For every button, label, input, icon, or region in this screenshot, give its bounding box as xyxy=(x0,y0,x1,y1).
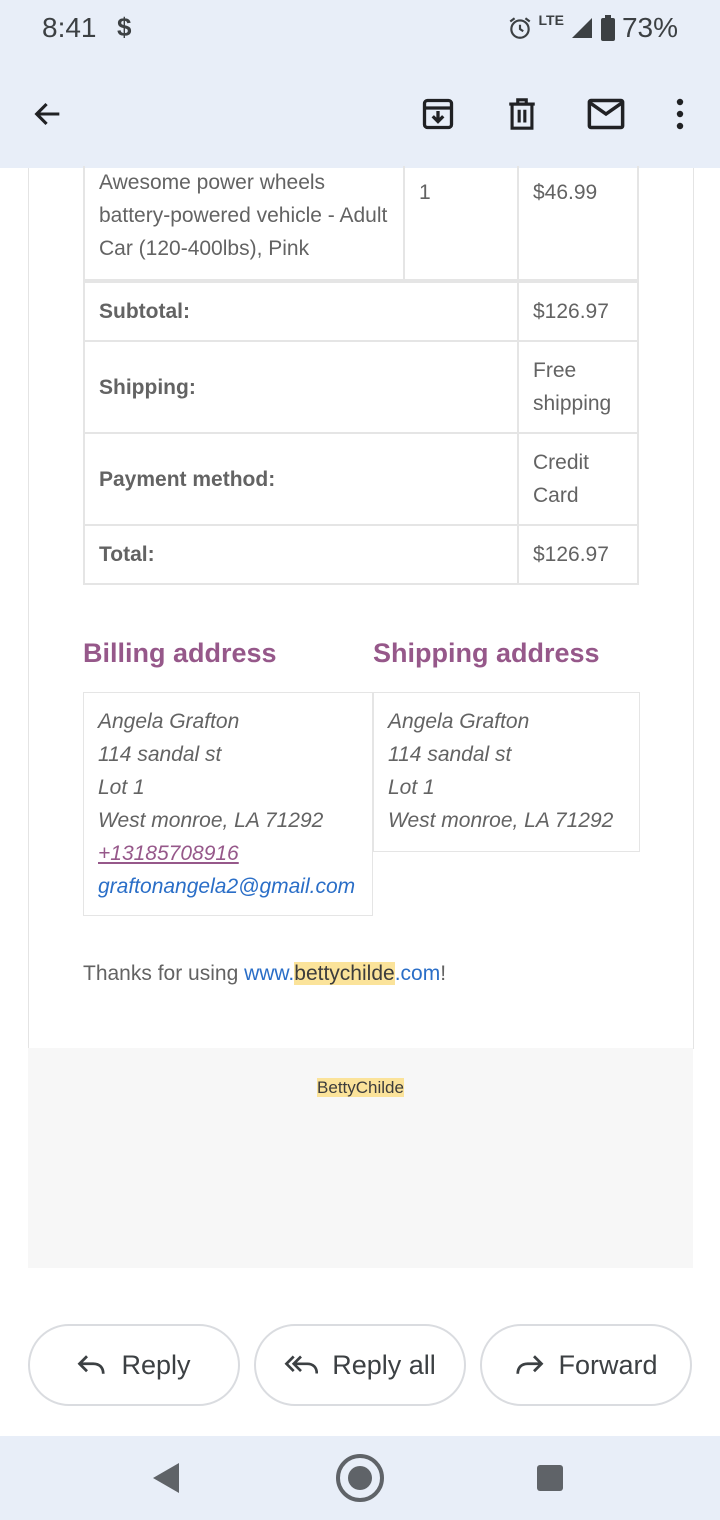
forward-button[interactable]: Forward xyxy=(480,1324,692,1406)
subtotal-row: Subtotal: $126.97 xyxy=(83,279,639,342)
total-label: Total: xyxy=(83,524,519,585)
thanks-prefix: Thanks for using xyxy=(83,962,245,985)
shipping-address-box: Angela Grafton 114 sandal st Lot 1 West … xyxy=(373,692,640,852)
subtotal-value: $126.97 xyxy=(517,279,639,342)
reply-all-label: Reply all xyxy=(332,1349,436,1380)
total-row: Total: $126.97 xyxy=(83,524,639,585)
item-name: Awesome power wheels battery-powered veh… xyxy=(83,166,405,282)
order-item-row: Awesome power wheels battery-powered veh… xyxy=(83,166,639,282)
website-link[interactable]: www.bettychilde.com xyxy=(244,962,440,985)
footer-brand-wrap: BettyChilde xyxy=(28,1078,693,1098)
thanks-suffix: ! xyxy=(440,962,447,985)
delete-icon xyxy=(509,98,535,130)
shipping-address-heading: Shipping address xyxy=(373,638,600,668)
status-time: 8:41 xyxy=(42,12,97,43)
delete-button[interactable] xyxy=(498,90,546,138)
shipping-name: Angela Grafton xyxy=(388,710,530,733)
reply-button[interactable]: Reply xyxy=(28,1324,240,1406)
billing-street: 114 sandal st xyxy=(98,743,222,766)
system-nav-bar xyxy=(0,1436,720,1520)
email-body: Awesome power wheels battery-powered veh… xyxy=(28,166,694,1049)
website-link-prefix: www. xyxy=(244,962,295,985)
shipping-row: Shipping: Free shipping xyxy=(83,340,639,434)
forward-icon xyxy=(516,1355,544,1374)
payment-method-label: Payment method: xyxy=(83,432,519,526)
shipping-value: Free shipping xyxy=(517,340,639,434)
nav-back-icon xyxy=(153,1463,179,1493)
payment-method-row: Payment method: Credit Card xyxy=(83,432,639,526)
website-link-highlight: bettychilde xyxy=(294,962,395,985)
email-footer: BettyChilde xyxy=(28,1048,693,1268)
footer-brand: BettyChilde xyxy=(317,1078,404,1097)
shipping-label: Shipping: xyxy=(83,340,519,434)
payment-method-value: Credit Card xyxy=(517,432,639,526)
status-bar: 8:41 $ LTE 73% xyxy=(0,0,720,60)
thanks-message: Thanks for using www.bettychilde.com! xyxy=(83,962,446,986)
forward-label: Forward xyxy=(558,1349,658,1380)
back-button[interactable] xyxy=(24,90,72,138)
total-value: $126.97 xyxy=(517,524,639,585)
battery-percent: 73% xyxy=(621,12,678,43)
reply-all-icon xyxy=(284,1355,319,1374)
shipping-street: 114 sandal st xyxy=(388,743,512,766)
alarm-icon xyxy=(509,17,530,39)
billing-name: Angela Grafton xyxy=(98,710,240,733)
mark-unread-button[interactable] xyxy=(582,90,630,138)
status-right: LTE 73% xyxy=(507,12,678,44)
order-table: Awesome power wheels battery-powered veh… xyxy=(83,166,639,585)
signal-icon xyxy=(571,18,592,38)
mark-unread-icon xyxy=(587,98,625,130)
subtotal-label: Subtotal: xyxy=(83,279,519,342)
reply-icon xyxy=(78,1355,106,1374)
nav-home-button[interactable] xyxy=(334,1452,386,1504)
app-bar xyxy=(0,60,720,168)
shipping-city: West monroe, LA 71292 xyxy=(388,809,614,832)
nav-recents-icon xyxy=(537,1465,563,1491)
more-vert-icon xyxy=(676,98,684,130)
item-quantity: 1 xyxy=(403,166,519,282)
item-price: $46.99 xyxy=(517,166,639,282)
billing-phone-link[interactable]: +13185708916 xyxy=(98,842,239,865)
billing-email-link[interactable]: graftonangela2@gmail.com xyxy=(98,875,355,898)
billing-address-box: Angela Grafton 114 sandal st Lot 1 West … xyxy=(83,692,373,916)
archive-button[interactable] xyxy=(414,90,462,138)
nav-recents-button[interactable] xyxy=(530,1458,570,1498)
nav-back-button[interactable] xyxy=(146,1458,186,1498)
billing-address-heading: Billing address xyxy=(83,638,277,668)
back-arrow-icon xyxy=(34,102,60,126)
network-type: LTE xyxy=(538,12,564,28)
battery-icon xyxy=(600,15,615,41)
billing-lot: Lot 1 xyxy=(98,776,145,799)
billing-city: West monroe, LA 71292 xyxy=(98,809,324,832)
reply-all-button[interactable]: Reply all xyxy=(254,1324,466,1406)
website-link-suffix: .com xyxy=(394,962,441,985)
notification-icon: $ xyxy=(117,12,132,42)
archive-icon xyxy=(422,98,454,130)
more-options-button[interactable] xyxy=(656,90,704,138)
nav-home-icon xyxy=(336,1454,384,1502)
reply-label: Reply xyxy=(121,1349,191,1380)
shipping-lot: Lot 1 xyxy=(388,776,435,799)
